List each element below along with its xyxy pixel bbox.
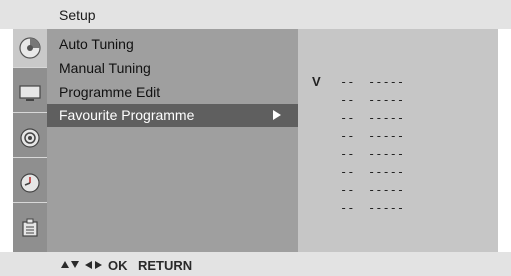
favourite-name: -----	[368, 93, 405, 107]
favourite-number: --	[340, 129, 355, 143]
favourite-number: --	[340, 93, 355, 107]
favourite-number: --	[340, 111, 355, 125]
ok-hint: OK	[108, 258, 128, 273]
right-arrow-icon	[95, 261, 102, 269]
footer-help-bar: OK RETURN	[0, 252, 511, 276]
favourite-number: --	[340, 201, 355, 215]
v-label: V	[312, 74, 321, 89]
return-hint: RETURN	[138, 258, 193, 273]
favourite-row[interactable]: -- -----	[340, 201, 404, 215]
time-icon[interactable]	[13, 164, 47, 202]
favourite-row[interactable]: -- -----	[340, 93, 404, 107]
picture-icon[interactable]	[13, 74, 47, 112]
menu-item-label: Programme Edit	[59, 84, 161, 100]
menu-item-auto-tuning[interactable]: Auto Tuning	[47, 33, 298, 56]
favourite-name: -----	[368, 201, 405, 215]
submenu-arrow-icon	[273, 110, 281, 120]
menu-item-label: Favourite Programme	[59, 107, 195, 123]
favourite-name: -----	[368, 165, 405, 179]
up-arrow-icon	[61, 261, 69, 268]
menu-item-favourite-programme[interactable]: Favourite Programme	[47, 104, 298, 127]
favourite-row[interactable]: -- -----	[340, 165, 404, 179]
menu-item-programme-edit[interactable]: Programme Edit	[47, 81, 298, 104]
favourite-name: -----	[368, 147, 405, 161]
favourite-row[interactable]: -- -----	[340, 111, 404, 125]
left-arrow-icon	[85, 261, 92, 269]
favourite-number: --	[340, 183, 355, 197]
favourite-row[interactable]: -- -----	[340, 147, 404, 161]
setup-icon[interactable]	[13, 29, 47, 67]
page-title: Setup	[59, 7, 96, 23]
category-sidebar	[13, 29, 47, 252]
favourite-row[interactable]: -- -----	[340, 75, 404, 89]
favourite-name: -----	[368, 129, 405, 143]
favourite-number: --	[340, 165, 355, 179]
menu-item-label: Auto Tuning	[59, 36, 134, 52]
setup-menu: Auto Tuning Manual Tuning Programme Edit…	[47, 29, 298, 252]
option-icon[interactable]	[13, 209, 47, 247]
down-arrow-icon	[71, 261, 79, 268]
favourite-row[interactable]: -- -----	[340, 183, 404, 197]
menu-item-manual-tuning[interactable]: Manual Tuning	[47, 57, 298, 80]
audio-icon[interactable]	[13, 119, 47, 157]
favourite-number: --	[340, 75, 355, 89]
favourite-name: -----	[368, 111, 405, 125]
header-bar: Setup	[0, 0, 511, 29]
favourite-name: -----	[368, 75, 405, 89]
favourite-number: --	[340, 147, 355, 161]
favourite-row[interactable]: -- -----	[340, 129, 404, 143]
favourite-name: -----	[368, 183, 405, 197]
favourite-programme-panel: V -- ----- -- ----- -- ----- -- ----- -- ----…	[298, 29, 498, 252]
menu-item-label: Manual Tuning	[59, 60, 151, 76]
